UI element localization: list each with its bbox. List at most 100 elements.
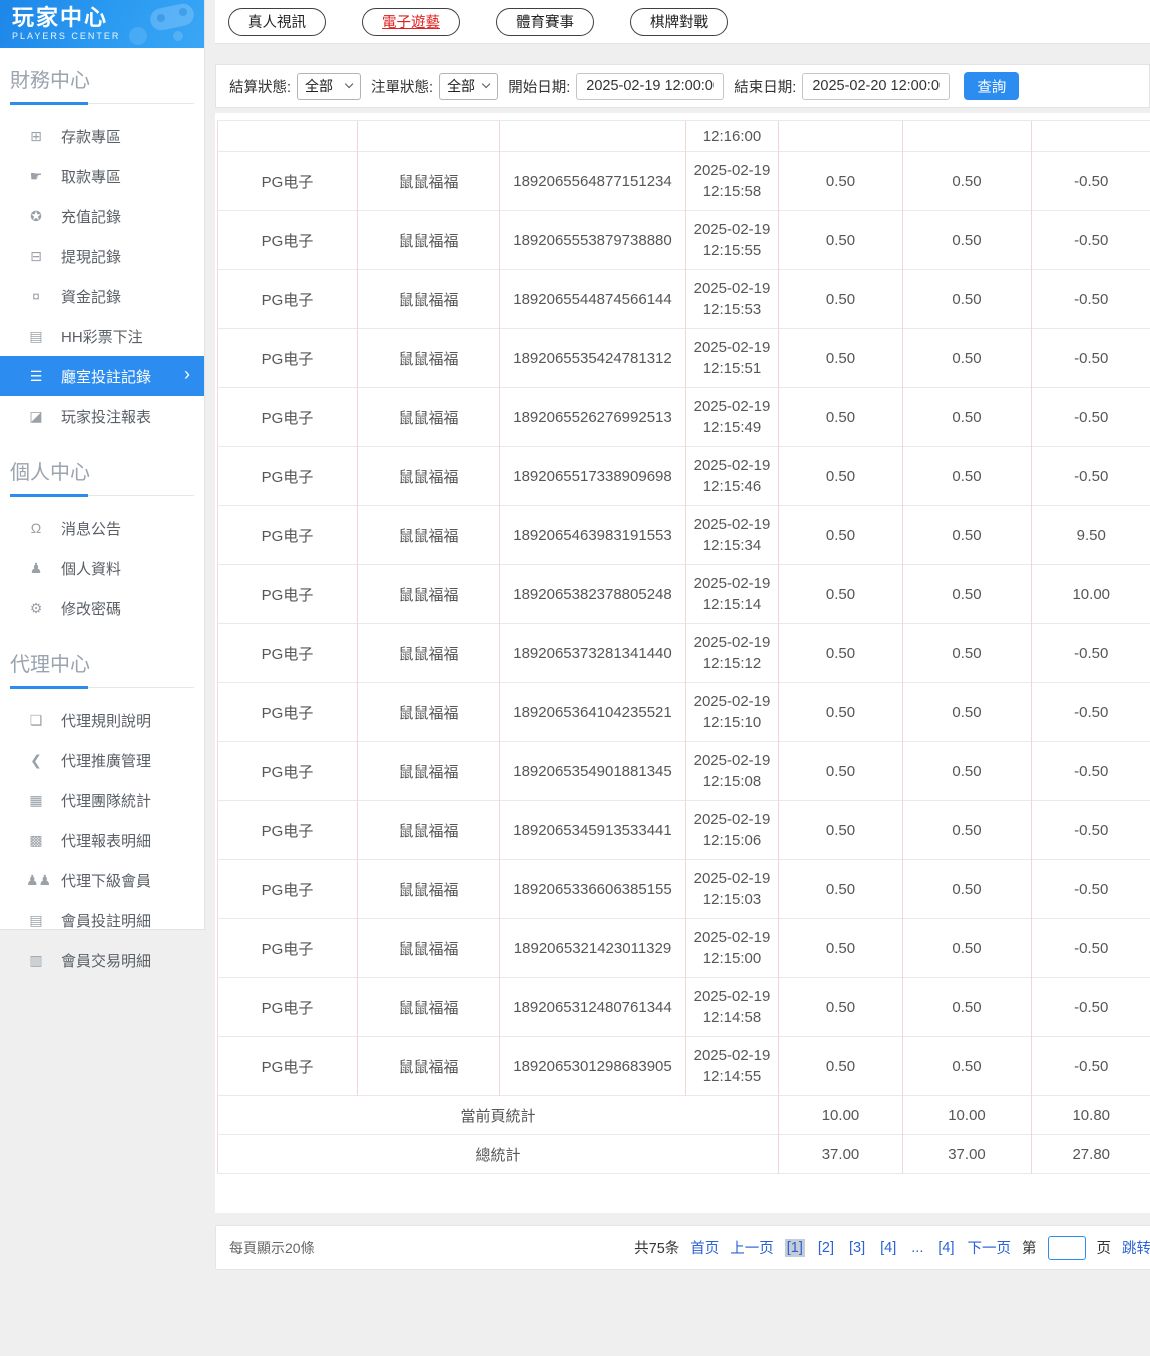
first-page-link[interactable]: 首页 bbox=[690, 1237, 719, 1258]
page-number-link[interactable]: [2] bbox=[816, 1239, 836, 1257]
sidebar-item[interactable]: ⚙ 修改密碼 › bbox=[0, 588, 204, 628]
section-title: 財務中心 bbox=[10, 62, 194, 105]
app-logo: 玩家中心 PLAYERS CENTER bbox=[0, 0, 204, 48]
cell-platform: PG电子 bbox=[217, 328, 358, 388]
sidebar-item-label: 代理規則說明 bbox=[61, 712, 152, 730]
chevron-right-icon: › bbox=[184, 364, 190, 384]
page-number-link[interactable]: [4] bbox=[878, 1239, 898, 1257]
sidebar-item-label: 消息公告 bbox=[61, 520, 122, 538]
query-button[interactable]: 查詢 bbox=[964, 72, 1020, 100]
jump-suffix-label: 页 bbox=[1096, 1241, 1112, 1257]
sidebar-item[interactable]: ▥ 會員交易明細 › bbox=[0, 940, 204, 980]
cell-time: 2025-02-19 12:15:34 bbox=[685, 505, 779, 565]
settle-status-select[interactable]: 全部 bbox=[297, 72, 362, 100]
cell-time: 2025-02-19 12:15:08 bbox=[685, 741, 779, 801]
cell-time: 2025-02-19 12:15:49 bbox=[685, 387, 779, 447]
chevron-down-icon bbox=[481, 80, 491, 89]
game-tab[interactable]: 電子遊藝 bbox=[362, 7, 460, 36]
cell-time: 2025-02-19 12:15:10 bbox=[685, 682, 779, 742]
pagination-bar: 每頁顯示20條 共75条 首页 上一页 [1] [2] [3] [4]... [4] 下… bbox=[215, 1225, 1150, 1270]
sidebar-item[interactable]: ✪ 充值記錄 › bbox=[0, 196, 204, 236]
cell-bet: 0.50 bbox=[778, 623, 903, 683]
cell-order-id: 1892065544874566144 bbox=[499, 269, 686, 329]
cell-player: 鼠鼠福福 bbox=[357, 682, 500, 742]
cell-platform: PG电子 bbox=[217, 682, 358, 742]
lottery-bet-icon: ▤ bbox=[29, 327, 43, 344]
sidebar-item[interactable]: ◪ 玩家投注報表 › bbox=[0, 396, 204, 436]
cell-player: 鼠鼠福福 bbox=[357, 210, 500, 270]
document-icon: ❏ bbox=[29, 711, 43, 728]
cell-winloss: -0.50 bbox=[1031, 269, 1150, 329]
cell-time: 2025-02-19 12:15:46 bbox=[685, 446, 779, 506]
sidebar-item[interactable]: ❮ 代理推廣管理 › bbox=[0, 740, 204, 780]
sidebar-item[interactable]: ▩ 代理報表明細 › bbox=[0, 820, 204, 860]
cell-valid-bet: 0.50 bbox=[902, 977, 1032, 1037]
page-number-link[interactable]: [4] bbox=[936, 1239, 956, 1257]
page-number-link[interactable]: ... bbox=[909, 1239, 925, 1257]
sidebar-item[interactable]: Ω 消息公告 › bbox=[0, 508, 204, 548]
filter-bar: 結算狀態: 全部 注單狀態: 全部 開始日期: 結束日期: 查詢 bbox=[215, 64, 1150, 108]
cell-time: 2025-02-19 12:15:55 bbox=[685, 210, 779, 270]
sidebar-item-label: 代理團隊統計 bbox=[61, 792, 152, 810]
sidebar-item[interactable]: ⊟ 提現記錄 › bbox=[0, 236, 204, 276]
cell-order-id: 1892065564877151234 bbox=[499, 151, 686, 211]
cell-winloss: -0.50 bbox=[1031, 210, 1150, 270]
sidebar-item-label: HH彩票下注 bbox=[61, 328, 143, 346]
withdraw-hand-icon: ☛ bbox=[29, 167, 43, 184]
page-jump-input[interactable] bbox=[1047, 1235, 1086, 1260]
cell-valid-bet: 0.50 bbox=[902, 505, 1032, 565]
sidebar-item[interactable]: ❏ 代理規則說明 › bbox=[0, 700, 204, 740]
game-tab[interactable]: 體育賽事 bbox=[496, 7, 594, 36]
sidebar-item[interactable]: ¤ 資金記錄 › bbox=[0, 276, 204, 316]
cell-winloss: -0.50 bbox=[1031, 918, 1150, 978]
settle-status-label: 結算狀態: bbox=[229, 79, 292, 96]
sidebar-item[interactable]: ♟♟ 代理下級會員 › bbox=[0, 860, 204, 900]
gear-icon: ⚙ bbox=[29, 599, 43, 616]
page-number-link[interactable]: [1] bbox=[784, 1238, 805, 1257]
cell-platform: PG电子 bbox=[217, 269, 358, 329]
cell-order-id: 1892065354901881345 bbox=[499, 741, 686, 801]
table-row: PG电子 鼠鼠福福 1892065301298683905 2025-02-19… bbox=[217, 1036, 1150, 1096]
sidebar-item[interactable]: ☛ 取款專區 › bbox=[0, 156, 204, 196]
sidebar-item[interactable]: ▤ HH彩票下注 › bbox=[0, 316, 204, 356]
sidebar-item[interactable]: ▦ 代理團隊統計 › bbox=[0, 780, 204, 820]
sidebar-item[interactable]: ☰ 廳室投註記錄 › bbox=[0, 356, 204, 396]
game-tab[interactable]: 真人視訊 bbox=[228, 7, 326, 36]
prev-page-link[interactable]: 上一页 bbox=[730, 1237, 774, 1258]
withdrawal-record-icon: ⊟ bbox=[30, 247, 42, 264]
funds-record-icon: ¤ bbox=[32, 288, 40, 304]
total-summary-valid: 37.00 bbox=[902, 1134, 1032, 1174]
start-date-input[interactable] bbox=[576, 72, 725, 100]
game-tabs: 真人視訊 電子遊藝 體育賽事 棋牌對戰 bbox=[215, 0, 1150, 44]
cell-valid-bet: 0.50 bbox=[902, 564, 1032, 624]
sidebar-item[interactable]: ⊞ 存款專區 › bbox=[0, 116, 204, 156]
recharge-record-icon: ✪ bbox=[30, 207, 42, 224]
order-status-label: 注單狀態: bbox=[371, 79, 434, 96]
sidebar-item[interactable]: ▤ 會員投註明細 › bbox=[0, 900, 204, 940]
sidebar-item[interactable]: ♟ 個人資料 › bbox=[0, 548, 204, 588]
member-bet-detail-icon: ▤ bbox=[29, 911, 43, 928]
cell-player: 鼠鼠福福 bbox=[357, 859, 500, 919]
cell-order-id: 1892065345913533441 bbox=[499, 800, 686, 860]
per-page-label: 每頁顯示20條 bbox=[229, 1239, 315, 1256]
cell-platform bbox=[217, 120, 358, 152]
order-status-select[interactable]: 全部 bbox=[439, 72, 499, 100]
section-items: ❏ 代理規則說明 › ❮ 代理推廣管理 › ▦ 代理團隊統計 › ▩ 代理報表明… bbox=[0, 694, 204, 984]
cell-bet: 0.50 bbox=[778, 328, 903, 388]
jump-button[interactable]: 跳转 bbox=[1122, 1237, 1150, 1258]
cell-order-id: 1892065382378805248 bbox=[499, 564, 686, 624]
sidebar-section: 代理中心 ❏ 代理規則說明 › ❮ 代理推廣管理 › ▦ 代理團隊統計 › ▩ … bbox=[0, 646, 204, 984]
next-page-link[interactable]: 下一页 bbox=[968, 1237, 1012, 1258]
cell-player: 鼠鼠福福 bbox=[357, 269, 500, 329]
cell-bet: 0.50 bbox=[778, 977, 903, 1037]
cell-order-id: 1892065364104235521 bbox=[499, 682, 686, 742]
cell-valid-bet: 0.50 bbox=[902, 328, 1032, 388]
cell-bet: 0.50 bbox=[778, 741, 903, 801]
page-summary-row: 當前頁統計 10.00 10.00 10.80 bbox=[217, 1095, 1150, 1135]
end-date-input[interactable] bbox=[802, 72, 951, 100]
page-links: [1] [2] [3] [4]... [4] bbox=[784, 1238, 957, 1257]
game-tab[interactable]: 棋牌對戰 bbox=[630, 7, 728, 36]
cell-platform: PG电子 bbox=[217, 859, 358, 919]
page-number-link[interactable]: [3] bbox=[847, 1239, 867, 1257]
cell-player: 鼠鼠福福 bbox=[357, 918, 500, 978]
